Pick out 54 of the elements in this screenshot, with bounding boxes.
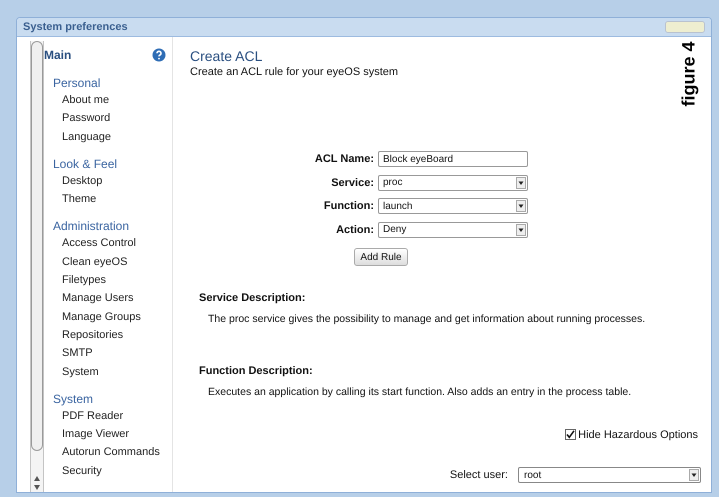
figure-label: figure 4 [678, 42, 698, 106]
sidebar-section-heading: Personal [53, 75, 102, 91]
select-value: root [524, 468, 542, 483]
field-value: Deny [383, 223, 406, 238]
sidebar-item[interactable]: Desktop [53, 172, 166, 190]
sidebar-item[interactable]: SMTP [53, 344, 166, 363]
field-label: Function: [322, 199, 374, 214]
page-subtitle: Create an ACL rule for your eyeOS system [190, 65, 398, 79]
select-user-label: Select user: [450, 468, 508, 483]
sidebar-item[interactable]: Autorun Commands [53, 443, 166, 462]
sidebar-section-heading: Look & Feel [53, 156, 118, 172]
field-value: proc [383, 176, 402, 190]
sidebar-item[interactable]: Language [53, 128, 166, 146]
add-rule-button[interactable]: Add Rule [354, 248, 408, 266]
select-field[interactable]: proc [378, 174, 528, 191]
sidebar-section-heading: System [53, 390, 94, 407]
input-field[interactable]: Block eyeBoard [378, 151, 528, 168]
sidebar-item[interactable]: Repositories [53, 326, 166, 344]
sidebar-item[interactable]: Access Control [53, 234, 166, 253]
sidebar-item[interactable]: Filetypes [53, 271, 166, 290]
sidebar-title: Main [44, 47, 72, 64]
field-label: Service: [330, 176, 374, 190]
select-field[interactable]: launch [378, 198, 528, 214]
sidebar-item[interactable]: Manage Users [53, 289, 166, 308]
window-title: System preferences [23, 20, 128, 35]
field-value: launch [383, 200, 412, 214]
field-label: Action: [335, 222, 374, 238]
user-select[interactable]: root [518, 467, 701, 484]
sidebar-item[interactable]: PDF Reader [53, 406, 166, 426]
field-label: ACL Name: [314, 152, 374, 167]
help-icon[interactable] [152, 48, 166, 62]
description-text: The proc service gives the possibility to manage and get information about running processes. [207, 312, 646, 326]
checkbox[interactable] [565, 429, 576, 440]
sidebar-item[interactable]: Password [53, 109, 166, 128]
description-heading: Service Description: [199, 291, 306, 306]
sidebar-section-heading: Administration [53, 218, 130, 234]
scroll-thumb[interactable] [31, 41, 43, 451]
sidebar-item[interactable]: Theme [53, 190, 166, 208]
field-value: Block eyeBoard [383, 152, 454, 167]
sidebar-item[interactable]: Clean eyeOS [53, 252, 166, 272]
description-text: Executes an application by calling its start function. Also adds an entry in the process table. [207, 384, 632, 400]
checkmark-icon [566, 430, 576, 440]
description-heading: Function Description: [199, 364, 314, 380]
sidebar-item[interactable]: Security [53, 462, 166, 480]
scroll-down-icon[interactable] [34, 485, 40, 490]
select-field[interactable]: Deny [378, 222, 528, 238]
scrollbar[interactable] [30, 41, 44, 492]
sidebar-item[interactable]: Manage Groups [53, 308, 166, 326]
sidebar-item[interactable]: System [53, 362, 166, 381]
page-title: Create ACL [190, 47, 262, 65]
sidebar-item[interactable]: About me [53, 91, 166, 110]
scroll-up-icon[interactable] [34, 476, 40, 481]
checkbox-label[interactable]: Hide Hazardous Options [578, 426, 698, 443]
sidebar-item[interactable]: Image Viewer [53, 425, 166, 444]
